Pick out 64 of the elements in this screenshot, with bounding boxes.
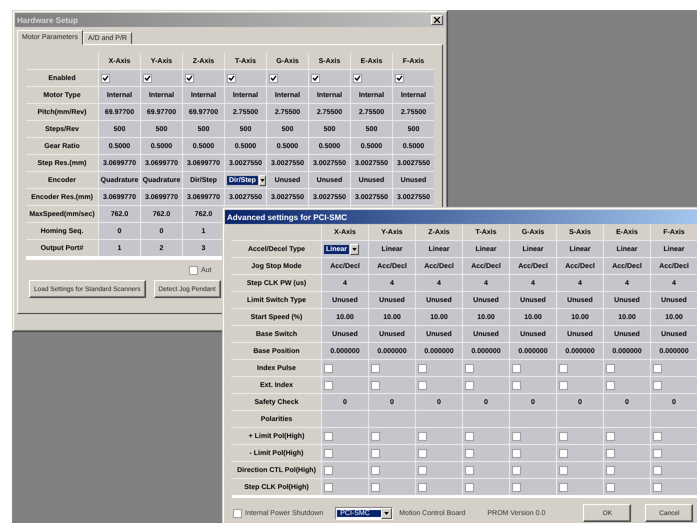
checkbox[interactable] bbox=[512, 482, 521, 492]
checkbox[interactable] bbox=[512, 380, 521, 390]
caret-icon[interactable] bbox=[381, 508, 392, 518]
checkbox[interactable] bbox=[418, 466, 427, 474]
checkbox[interactable] bbox=[653, 466, 662, 474]
checkbox[interactable] bbox=[233, 508, 242, 518]
checkbox[interactable] bbox=[606, 466, 615, 474]
window-title: Hardware Setup bbox=[17, 16, 79, 24]
checkbox[interactable] bbox=[606, 364, 615, 372]
checkbox[interactable] bbox=[371, 466, 380, 474]
checkbox[interactable] bbox=[324, 432, 333, 440]
window-title: Advanced settings for PCI-SMC bbox=[227, 212, 348, 222]
checkbox[interactable] bbox=[559, 380, 568, 390]
checkbox[interactable] bbox=[324, 448, 333, 458]
checkbox[interactable] bbox=[227, 74, 236, 82]
checkbox[interactable] bbox=[418, 364, 427, 372]
checkbox[interactable] bbox=[371, 380, 380, 390]
checkbox[interactable] bbox=[465, 364, 474, 372]
checkbox[interactable] bbox=[653, 448, 662, 458]
checkbox[interactable] bbox=[606, 448, 615, 458]
checkbox[interactable] bbox=[418, 380, 427, 390]
checkbox[interactable] bbox=[465, 432, 474, 440]
checkbox[interactable] bbox=[653, 380, 662, 390]
checkbox[interactable] bbox=[559, 466, 568, 474]
checkbox[interactable] bbox=[418, 482, 427, 492]
checkbox[interactable] bbox=[311, 74, 320, 82]
checkbox[interactable] bbox=[559, 448, 568, 458]
checkbox[interactable] bbox=[189, 266, 198, 275]
checkbox[interactable] bbox=[653, 482, 662, 492]
checkbox[interactable] bbox=[371, 448, 380, 458]
checkbox[interactable] bbox=[465, 466, 474, 474]
checkbox[interactable] bbox=[418, 448, 427, 458]
checkbox[interactable] bbox=[371, 482, 380, 492]
checkbox[interactable] bbox=[324, 466, 333, 474]
close-icon[interactable] bbox=[431, 15, 443, 25]
checkbox[interactable] bbox=[143, 74, 152, 82]
checkbox[interactable] bbox=[185, 74, 194, 82]
checkbox[interactable] bbox=[512, 466, 521, 474]
checkbox[interactable] bbox=[465, 448, 474, 458]
checkbox[interactable] bbox=[324, 380, 333, 390]
checkbox[interactable] bbox=[606, 482, 615, 492]
checkbox[interactable] bbox=[512, 448, 521, 458]
checkbox[interactable] bbox=[465, 482, 474, 492]
checkbox[interactable] bbox=[606, 380, 615, 390]
checkbox[interactable] bbox=[465, 380, 474, 390]
checkbox[interactable] bbox=[606, 432, 615, 440]
checkbox[interactable] bbox=[418, 432, 427, 440]
checkbox[interactable] bbox=[371, 364, 380, 372]
checkbox[interactable] bbox=[559, 482, 568, 492]
checkbox[interactable] bbox=[324, 364, 333, 372]
checkbox[interactable] bbox=[559, 364, 568, 372]
checkbox[interactable] bbox=[353, 74, 362, 82]
checkbox[interactable] bbox=[653, 364, 662, 372]
checkbox[interactable] bbox=[101, 74, 110, 82]
checkbox[interactable] bbox=[395, 74, 404, 82]
checkbox[interactable] bbox=[512, 364, 521, 372]
checkbox[interactable] bbox=[269, 74, 278, 82]
caret-icon[interactable] bbox=[258, 174, 266, 186]
checkbox[interactable] bbox=[653, 432, 662, 440]
caret-icon[interactable] bbox=[350, 244, 360, 254]
checkbox[interactable] bbox=[371, 432, 380, 440]
checkbox[interactable] bbox=[324, 482, 333, 492]
checkbox[interactable] bbox=[559, 432, 568, 440]
checkbox[interactable] bbox=[512, 432, 521, 440]
